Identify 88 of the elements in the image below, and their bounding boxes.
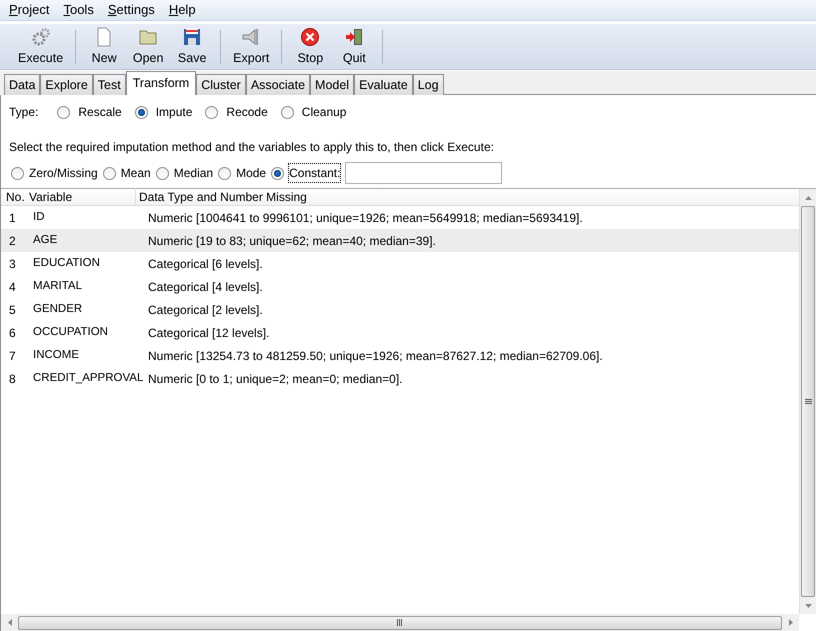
table-cell-text: 2 xyxy=(8,232,17,250)
stop-icon xyxy=(300,27,320,47)
radio-button[interactable] xyxy=(271,166,284,180)
table-row[interactable]: 8 CREDIT_APPROVAL Numeric [0 to 1; unique=2; mean=0; median=0]. xyxy=(1,367,799,390)
radio-label: Zero/Missing xyxy=(29,165,98,182)
instruction-text: Select the required imputation method and the variables to apply this to, then click Execute: xyxy=(8,139,495,156)
table-cell-text: 7 xyxy=(8,348,17,364)
table-cell-text: Categorical [12 levels]. xyxy=(147,324,270,342)
table-cell-text: ID xyxy=(32,210,46,225)
table-row[interactable]: 4 MARITAL Categorical [4 levels]. xyxy=(1,275,799,298)
table-cell-text: Categorical [2 levels]. xyxy=(147,302,263,318)
tab[interactable]: Cluster xyxy=(196,74,246,95)
type-label: Type: xyxy=(9,104,38,121)
tab[interactable]: Associate xyxy=(246,74,310,95)
tab[interactable]: Evaluate xyxy=(354,74,413,95)
tab[interactable]: Data xyxy=(4,74,40,95)
menu-item[interactable]: Project xyxy=(9,0,50,20)
toolbar-button[interactable]: Open xyxy=(126,27,170,66)
table-cell-text: 8 xyxy=(8,370,17,388)
table-cell-text: 3 xyxy=(8,256,17,272)
radio-button[interactable] xyxy=(156,166,169,180)
radio-label: Rescale xyxy=(78,104,122,121)
table-cell-text: OCCUPATION xyxy=(32,324,109,340)
radio-label: Recode xyxy=(226,104,268,121)
table-cell-text: GENDER xyxy=(32,302,84,317)
table-cell-text: 6 xyxy=(8,324,17,342)
toolbar-button[interactable]: Export xyxy=(227,27,276,66)
table-cell-text: Categorical [4 levels]. xyxy=(147,278,263,296)
table-cell-text: Categorical [6 levels]. xyxy=(147,256,263,272)
up-arrow-icon[interactable] xyxy=(804,196,812,200)
save-icon xyxy=(182,27,202,47)
tab[interactable]: Log xyxy=(412,74,444,95)
radio-button[interactable] xyxy=(280,106,294,118)
grip-icon xyxy=(397,619,403,626)
radio-button[interactable] xyxy=(218,166,232,180)
table-cell-text: Numeric [0 to 1; unique=2; mean=0; median=0]. xyxy=(147,370,402,388)
table-cell-text: Numeric [19 to 83; unique=62; mean=40; median=39]. xyxy=(147,232,436,250)
radio-button[interactable] xyxy=(57,106,70,118)
radio-button[interactable] xyxy=(11,166,24,180)
table-cell-text: INCOME xyxy=(32,348,80,363)
radio-button[interactable] xyxy=(102,166,116,180)
radio-label: Mean xyxy=(120,165,151,182)
column-header: Data Type and Number Missing xyxy=(138,189,307,206)
table-cell-text: MARITAL xyxy=(32,278,83,294)
gears-icon xyxy=(30,27,51,47)
radio-label: Constant: xyxy=(289,164,340,182)
table-row[interactable]: 3 EDUCATION Categorical [6 levels]. xyxy=(1,252,799,275)
table-row[interactable]: 6 OCCUPATION Categorical [12 levels]. xyxy=(1,321,799,344)
menu-item[interactable]: Settings xyxy=(108,0,155,20)
radio-button[interactable] xyxy=(205,106,218,118)
table-cell-text: Numeric [1004641 to 9996101; unique=1926; mean=5649918; median=5693419]. xyxy=(147,210,583,226)
radio-label: Impute xyxy=(156,104,192,121)
table-row[interactable]: 7 INCOME Numeric [13254.73 to 481259.50; unique=1926; mean=87627.12; median=62709.06]. xyxy=(1,344,799,367)
menu-item[interactable]: Help xyxy=(168,0,196,20)
radio-label: Median xyxy=(174,165,214,182)
menu-item[interactable]: Tools xyxy=(63,0,94,20)
left-arrow-icon[interactable] xyxy=(8,619,12,626)
table-cell-text: 4 xyxy=(8,278,17,296)
tab[interactable]: Transform xyxy=(126,71,196,95)
column-header: Variable xyxy=(26,188,136,206)
tab[interactable]: Model xyxy=(310,74,354,95)
table-row[interactable]: 5 GENDER Categorical [2 levels]. xyxy=(1,298,799,321)
right-arrow-icon[interactable] xyxy=(788,619,792,626)
radio-button[interactable] xyxy=(134,106,148,118)
tab[interactable]: Test xyxy=(92,74,126,95)
toolbar-button[interactable]: Execute xyxy=(12,27,70,66)
toolbar-button[interactable]: Save xyxy=(170,27,214,66)
table-row[interactable]: 1 ID Numeric [1004641 to 9996101; unique=1926; mean=5649918; median=5693419]. xyxy=(1,206,799,229)
exit-door-icon xyxy=(344,27,364,47)
table-cell-text: CREDIT_APPROVAL xyxy=(32,370,144,386)
table-cell-text: AGE xyxy=(32,232,58,248)
table-cell-text: EDUCATION xyxy=(32,256,101,271)
toolbar-button[interactable]: New xyxy=(82,27,126,66)
toolbar-button[interactable]: Stop xyxy=(288,27,332,66)
constant-input-field[interactable] xyxy=(345,162,502,184)
down-arrow-icon[interactable] xyxy=(804,604,812,608)
table-cell-text: 1 xyxy=(8,210,17,226)
column-header: No. xyxy=(5,189,26,206)
tab[interactable]: Explore xyxy=(40,74,93,95)
toolbar-button[interactable]: Quit xyxy=(332,27,376,66)
table-cell-text: 5 xyxy=(8,302,17,318)
vertical-scrollbar[interactable] xyxy=(799,189,816,614)
grip-icon xyxy=(804,398,812,404)
radio-label: Mode xyxy=(236,165,266,182)
table-cell-text: Numeric [13254.73 to 481259.50; unique=1926; mean=87627.12; median=62709.06]. xyxy=(147,348,603,364)
horizontal-scrollbar[interactable] xyxy=(1,614,799,631)
table-row[interactable]: 2 AGE Numeric [19 to 83; unique=62; mean=40; median=39]. xyxy=(1,229,799,252)
radio-label: Cleanup xyxy=(302,104,346,121)
